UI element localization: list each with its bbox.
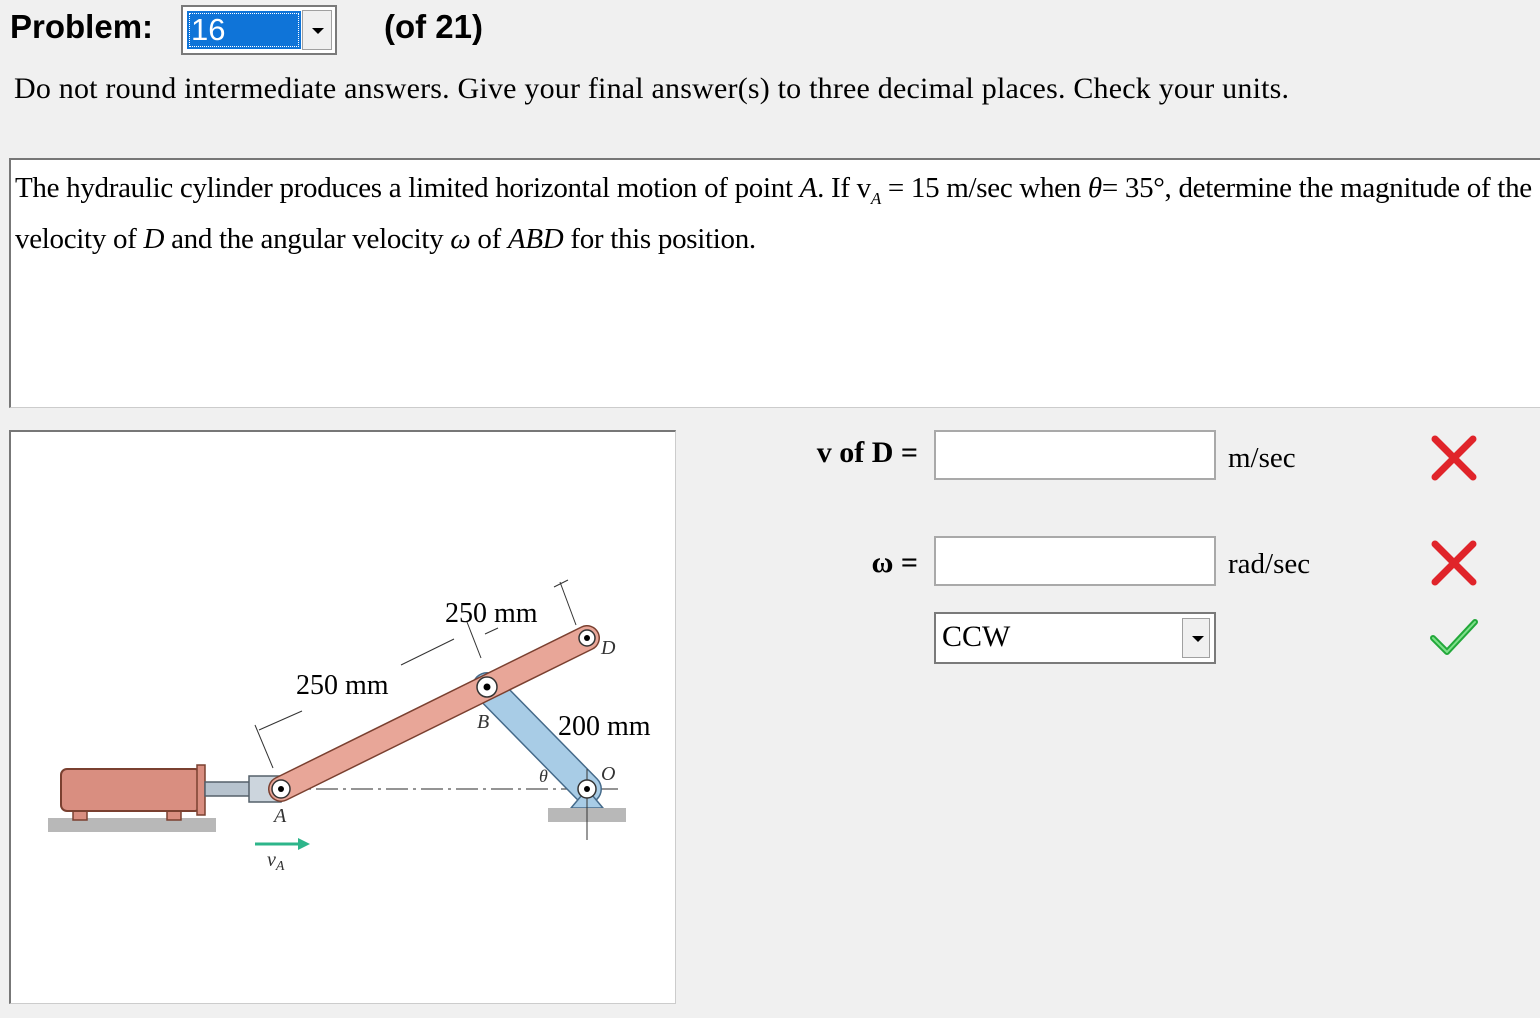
label-o: O [601, 763, 615, 785]
mechanism-diagram: 250 mm 250 mm 200 mm A B D O θ vA [48, 579, 651, 874]
label-b: B [477, 711, 489, 733]
problem-number-value: 16 [187, 11, 301, 49]
dim-200: 200 mm [558, 711, 651, 742]
hydraulic-cylinder [60, 768, 202, 812]
chevron-down-icon[interactable] [1182, 618, 1210, 658]
pin-a [271, 779, 291, 799]
red-x-icon [1431, 540, 1477, 586]
v-of-d-label: v of D = [816, 436, 918, 469]
v-of-d-unit: m/sec [1228, 442, 1296, 474]
question-text-box: The hydraulic cylinder produces a limite… [9, 158, 1540, 408]
problem-number-select[interactable]: 16 [181, 5, 337, 55]
dim-250-upper: 250 mm [445, 598, 538, 629]
chevron-down-icon[interactable] [302, 10, 332, 50]
pin-b [476, 676, 498, 698]
direction-value: CCW [942, 620, 1011, 653]
piston-rod [204, 781, 256, 797]
label-d: D [600, 637, 616, 659]
label-va: vA [267, 849, 285, 874]
red-x-icon [1431, 435, 1477, 481]
problem-count-label: (of 21) [384, 8, 483, 45]
omega-label: ω = [871, 546, 918, 579]
cylinder-end-cap [196, 764, 206, 816]
label-a: A [272, 805, 287, 827]
dim-250-lower: 250 mm [296, 670, 389, 701]
figure-panel: 250 mm 250 mm 200 mm A B D O θ vA [9, 430, 676, 1004]
pin-d [578, 629, 596, 647]
omega-unit: rad/sec [1228, 548, 1311, 580]
theta-symbol: θ [1087, 172, 1102, 204]
omega-symbol: ω [450, 222, 471, 255]
pin-o [577, 779, 597, 799]
problem-label: Problem: [10, 8, 154, 45]
omega-input[interactable] [934, 536, 1216, 586]
label-theta: θ [539, 766, 548, 786]
v-of-d-input[interactable] [934, 430, 1216, 480]
green-check-icon [1430, 619, 1478, 655]
point-a-italic: A [799, 172, 818, 204]
instructions-text: Do not round intermediate answers. Give … [14, 72, 1290, 105]
direction-select[interactable]: CCW [934, 612, 1216, 664]
